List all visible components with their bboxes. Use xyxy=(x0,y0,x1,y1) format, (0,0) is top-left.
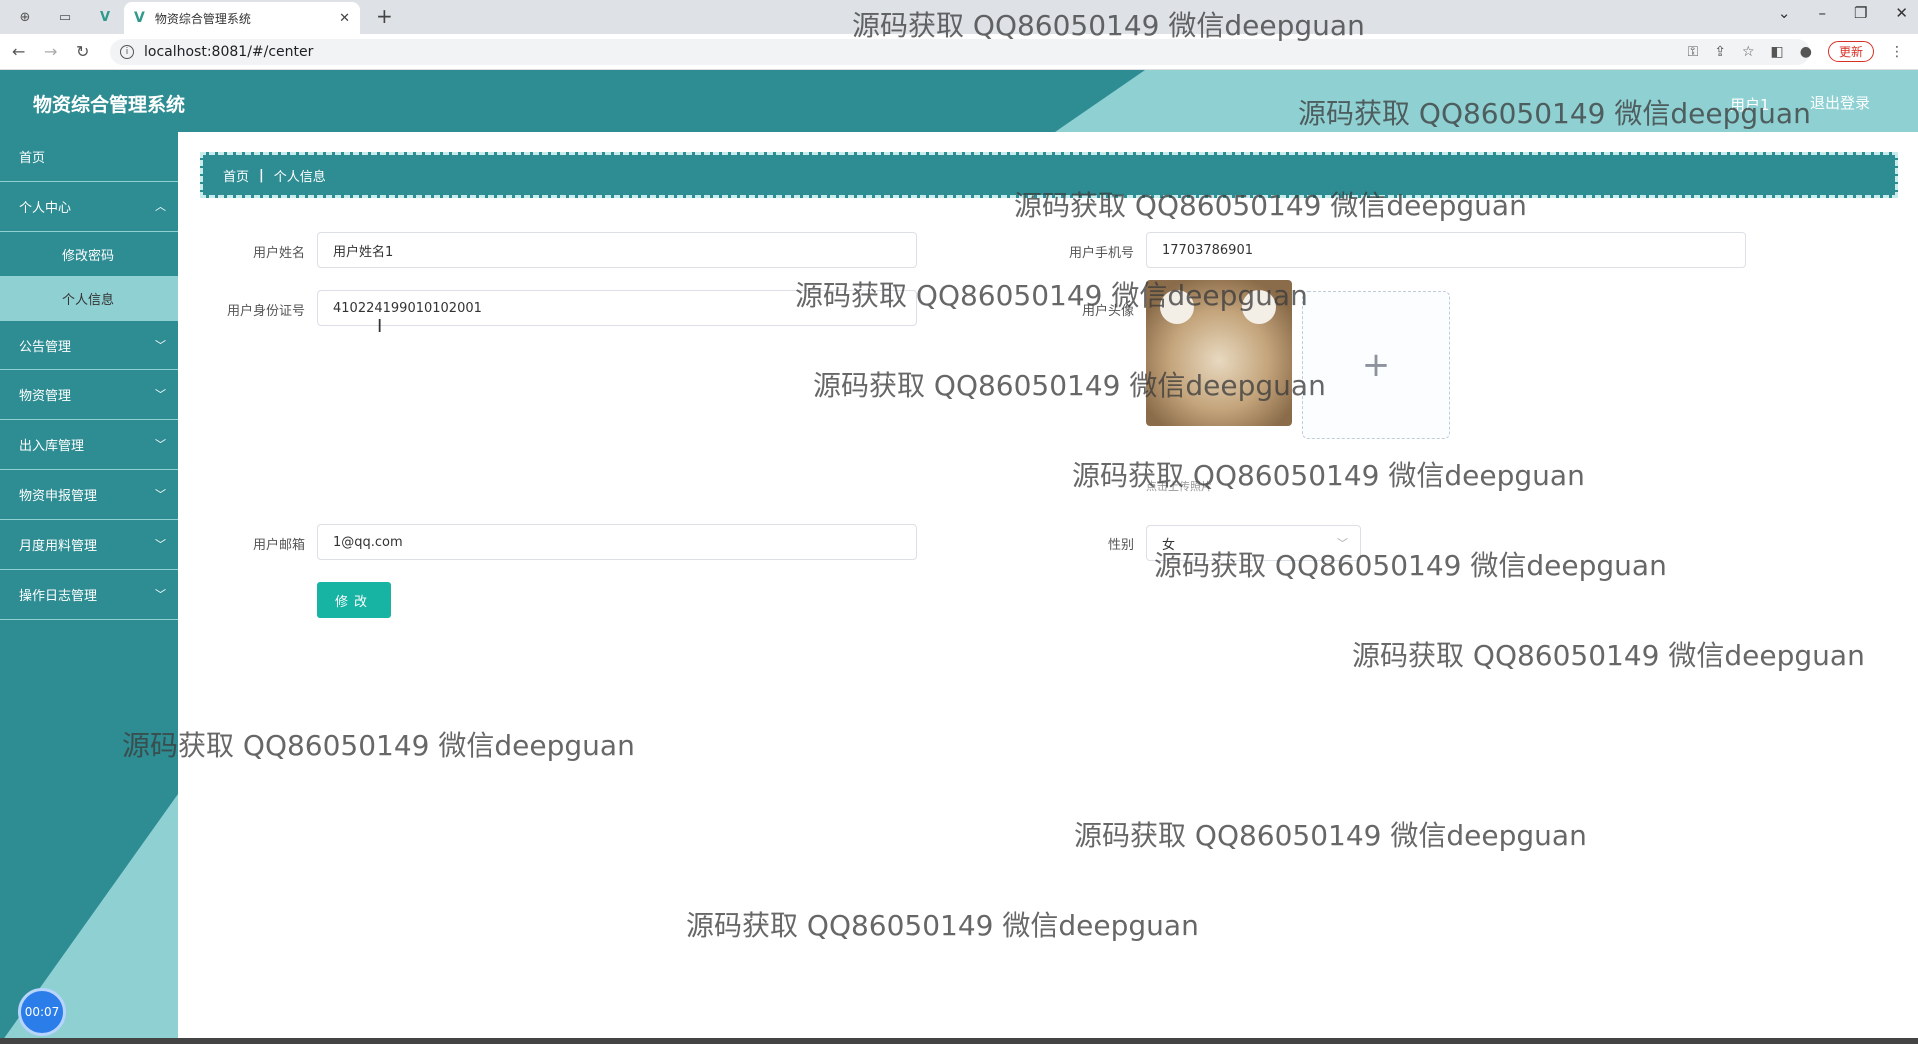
sidebar-item-operation-log[interactable]: 操作日志管理 ﹀ xyxy=(0,570,178,620)
current-user: 用户1 xyxy=(1730,96,1770,114)
sidebar-item-monthly-usage[interactable]: 月度用料管理 ﹀ xyxy=(0,520,178,570)
avatar-label: 用户头像 xyxy=(1081,304,1134,319)
chevron-down-icon: ﹀ xyxy=(155,538,166,551)
email-field[interactable]: 1@qq.com xyxy=(317,524,917,560)
sidebar-item-label: 个人中心 xyxy=(19,201,72,216)
url-text: localhost:8081/#/center xyxy=(144,44,314,60)
chevron-down-icon: ﹀ xyxy=(155,339,166,352)
sidebar-item-label: 物资申报管理 xyxy=(19,489,98,504)
vue-logo-icon: V xyxy=(134,10,145,26)
sidebar-item-label: 首页 xyxy=(19,151,46,166)
tab-search-icon[interactable]: ⌄ xyxy=(1778,4,1791,22)
sidebar-item-personal-center[interactable]: 个人中心 ︿ xyxy=(0,182,178,232)
sidebar-item-notice[interactable]: 公告管理 ﹀ xyxy=(0,320,178,370)
breadcrumb-separator: | xyxy=(259,167,264,183)
name-label: 用户姓名 xyxy=(252,246,305,261)
watermark: 源码获取 QQ86050149 微信deepguan xyxy=(1074,819,1587,852)
sidebar-item-material-request[interactable]: 物资申报管理 ﹀ xyxy=(0,470,178,520)
sidebar-item-change-password[interactable]: 修改密码 xyxy=(0,232,178,276)
site-info-icon[interactable]: i xyxy=(120,45,134,59)
app-root: ⊕ ▭ V V 物资综合管理系统 ✕ + ⌄ – ❐ ✕ ← → ↻ i loc… xyxy=(0,0,1918,1044)
idcard-label: 用户身份证号 xyxy=(226,304,305,319)
breadcrumb: 首页 | 个人信息 xyxy=(200,152,1898,198)
chevron-up-icon: ︿ xyxy=(155,200,166,213)
watermark: 源码获取 QQ86050149 微信deepguan xyxy=(1352,639,1865,672)
upload-tip: 点击上传照片 xyxy=(1146,480,1212,493)
avatar-ear-right xyxy=(1242,290,1276,324)
recording-timer: 00:07 xyxy=(18,988,66,1036)
gender-value: 女 xyxy=(1162,537,1176,553)
sidebar-item-personal-info[interactable]: 个人信息 xyxy=(0,276,178,320)
browser-menu-icon[interactable]: ⊕ xyxy=(14,6,36,28)
phone-field[interactable]: 17703786901 xyxy=(1146,232,1746,268)
browser-update-button[interactable]: 更新 xyxy=(1827,41,1874,62)
window-close-icon[interactable]: ✕ xyxy=(1895,4,1908,22)
tab-icon[interactable]: ▭ xyxy=(54,6,76,28)
gender-select[interactable]: 女 ﹀ xyxy=(1146,525,1361,561)
email-label: 用户邮箱 xyxy=(252,538,305,553)
logout-button[interactable]: 退出登录 xyxy=(1810,92,1870,113)
sidebar-item-home[interactable]: 首页 xyxy=(0,132,178,182)
taskbar-strip xyxy=(0,1038,1918,1044)
name-field[interactable]: 用户姓名1 xyxy=(317,232,917,268)
avatar-ear-left xyxy=(1160,290,1194,324)
sidebar-item-materials[interactable]: 物资管理 ﹀ xyxy=(0,370,178,420)
bookmark-star-icon[interactable]: ☆ xyxy=(1742,44,1755,60)
share-icon[interactable]: ⇪ xyxy=(1714,44,1726,60)
window-controls: ⌄ – ❐ ✕ xyxy=(1778,4,1908,22)
browser-addressbar: ← → ↻ i localhost:8081/#/center ⚿ ⇪ ☆ ◧ … xyxy=(0,34,1918,70)
forward-icon[interactable]: → xyxy=(44,42,57,61)
url-field[interactable]: i localhost:8081/#/center xyxy=(110,39,1810,65)
reload-icon[interactable]: ↻ xyxy=(76,42,89,61)
phone-label: 用户手机号 xyxy=(1068,246,1134,261)
new-tab-icon[interactable]: + xyxy=(376,4,393,28)
minimize-icon[interactable]: – xyxy=(1818,4,1826,22)
plus-icon: + xyxy=(1361,345,1391,385)
breadcrumb-current: 个人信息 xyxy=(273,169,326,185)
header-decoration xyxy=(1055,70,1918,132)
sidebar-item-label: 物资管理 xyxy=(19,389,72,404)
email-value: 1@qq.com xyxy=(333,534,403,550)
chevron-down-icon: ﹀ xyxy=(155,388,166,401)
key-icon[interactable]: ⚿ xyxy=(1688,44,1699,60)
tab-close-icon[interactable]: ✕ xyxy=(339,11,350,26)
text-cursor-icon: I xyxy=(377,316,383,337)
idcard-value: 410224199010102001 xyxy=(333,300,482,316)
chevron-down-icon: ﹀ xyxy=(155,488,166,501)
watermark: 源码获取 QQ86050149 微信deepguan xyxy=(686,909,1199,942)
sidebar-item-label: 操作日志管理 xyxy=(19,589,98,604)
app-title: 物资综合管理系统 xyxy=(33,94,186,116)
profile-avatar-icon[interactable]: ● xyxy=(1800,44,1812,60)
app-header: 物资综合管理系统 用户1 退出登录 xyxy=(0,70,1918,132)
browser-more-icon[interactable]: ⋮ xyxy=(1890,44,1904,60)
sidepanel-icon[interactable]: ◧ xyxy=(1771,44,1784,60)
sidebar-item-label: 月度用料管理 xyxy=(19,539,98,554)
avatar-upload-button[interactable]: + xyxy=(1302,291,1450,439)
watermark: 源码获取 QQ86050149 微信deepguan xyxy=(122,729,635,762)
sidebar-item-label: 修改密码 xyxy=(62,248,115,264)
chevron-down-icon: ﹀ xyxy=(155,438,166,451)
vue-tab-icon[interactable]: V xyxy=(94,6,116,28)
sidebar: 首页 个人中心 ︿ 修改密码 个人信息 公告管理 ﹀ 物资管理 ﹀ 出入库管理 … xyxy=(0,132,178,1044)
idcard-field[interactable]: 410224199010102001 xyxy=(317,290,917,326)
avatar-image[interactable] xyxy=(1146,280,1292,426)
browser-tabbar: ⊕ ▭ V V 物资综合管理系统 ✕ + ⌄ – ❐ ✕ xyxy=(0,0,1918,34)
gender-label: 性别 xyxy=(1107,538,1134,553)
name-value: 用户姓名1 xyxy=(333,244,394,260)
sidebar-item-label: 个人信息 xyxy=(62,292,115,308)
address-actions: ⚿ ⇪ ☆ ◧ ● 更新 ⋮ xyxy=(1688,41,1904,62)
breadcrumb-home[interactable]: 首页 xyxy=(223,166,249,185)
modify-button[interactable]: 修改 xyxy=(317,582,391,618)
phone-value: 17703786901 xyxy=(1162,242,1253,258)
sidebar-item-label: 出入库管理 xyxy=(19,439,85,454)
active-tab[interactable]: V 物资综合管理系统 ✕ xyxy=(124,2,360,34)
sidebar-item-label: 公告管理 xyxy=(19,339,72,355)
sidebar-item-inout-stock[interactable]: 出入库管理 ﹀ xyxy=(0,420,178,470)
chevron-down-icon: ﹀ xyxy=(1337,537,1348,550)
chevron-down-icon: ﹀ xyxy=(155,588,166,601)
back-icon[interactable]: ← xyxy=(12,42,25,61)
tab-title: 物资综合管理系统 xyxy=(154,11,251,26)
maximize-icon[interactable]: ❐ xyxy=(1854,4,1867,22)
